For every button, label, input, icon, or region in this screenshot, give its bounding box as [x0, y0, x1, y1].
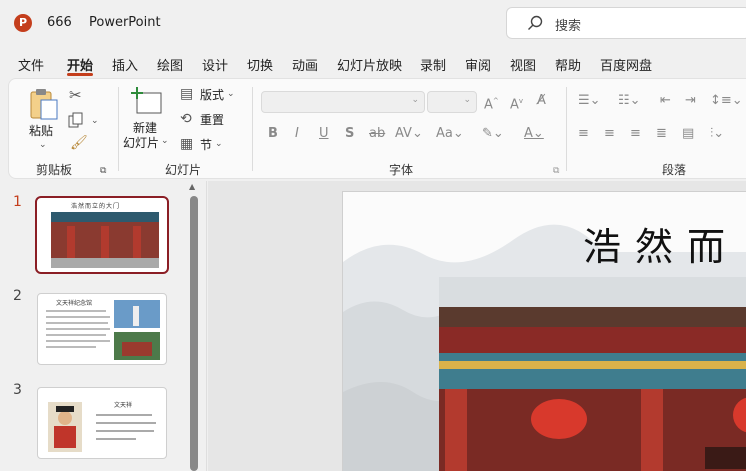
chevron-down-icon: ⌄	[411, 95, 419, 105]
strikethrough-icon[interactable]: ab	[369, 126, 385, 142]
align-center-icon[interactable]: ≡	[604, 126, 615, 142]
tab-view[interactable]: 视图	[510, 55, 536, 74]
reset-button[interactable]: 重置	[200, 111, 224, 128]
tab-slideshow[interactable]: 幻灯片放映	[337, 55, 402, 74]
ribbon-tabs: 文件 开始 插入 绘图 设计 切换 动画 幻灯片放映 录制 审阅 视图 帮助 百…	[0, 50, 746, 78]
memorial-images	[46, 300, 160, 360]
paste-icon[interactable]	[29, 87, 59, 121]
search-placeholder: 搜索	[555, 19, 582, 34]
tab-review[interactable]: 审阅	[465, 55, 491, 74]
distributed-icon[interactable]: ▤	[682, 126, 694, 142]
change-case-icon[interactable]: Aa⌄	[436, 126, 464, 142]
font-size-dropdown[interactable]: ⌄	[427, 91, 477, 113]
slide-number: 2	[13, 288, 22, 304]
bullets-icon[interactable]: ☰⌄	[578, 93, 601, 109]
clipboard-launcher-icon[interactable]: ⧉	[100, 163, 106, 179]
slide-thumbnail-3[interactable]: 文天祥	[37, 387, 167, 459]
chevron-down-icon: ⌄	[463, 95, 471, 105]
temple-gate-photo	[439, 277, 746, 471]
reset-icon[interactable]: ⟲	[180, 111, 192, 127]
align-left-icon[interactable]: ≡	[578, 126, 589, 142]
increase-indent-icon[interactable]: ⇥	[685, 93, 696, 109]
portrait-image	[48, 402, 156, 452]
tab-baidu-netdisk[interactable]: 百度网盘	[600, 55, 652, 74]
underline-icon[interactable]: U	[319, 126, 329, 142]
gate-image	[51, 212, 159, 268]
shadow-icon[interactable]: S	[345, 126, 354, 142]
slide-number: 1	[13, 194, 22, 210]
divider	[118, 87, 119, 171]
document-name: 666	[47, 15, 72, 30]
copy-icon[interactable]	[68, 112, 84, 128]
section-button[interactable]: 节	[200, 136, 212, 153]
font-launcher-icon[interactable]: ⧉	[553, 163, 559, 179]
slide-number: 3	[13, 382, 22, 398]
slide-thumbnail-1[interactable]: 浩然而立的大门	[35, 196, 169, 274]
title-bar: P 666 PowerPoint 搜索	[0, 0, 746, 46]
scroll-up-icon[interactable]: ▲	[189, 182, 195, 191]
layout-button[interactable]: 版式	[200, 86, 224, 103]
justify-icon[interactable]: ≣	[656, 126, 667, 142]
tab-file[interactable]: 文件	[18, 55, 44, 74]
current-slide[interactable]: 浩然而	[342, 191, 746, 471]
tab-draw[interactable]: 绘图	[157, 55, 183, 74]
tab-animations[interactable]: 动画	[292, 55, 318, 74]
new-slide-icon[interactable]	[131, 85, 163, 115]
tab-home[interactable]: 开始	[67, 55, 93, 74]
align-right-icon[interactable]: ≡	[630, 126, 641, 142]
active-tab-indicator	[67, 73, 93, 76]
highlight-icon[interactable]: ✎⌄	[482, 126, 504, 142]
tab-record[interactable]: 录制	[420, 55, 446, 74]
increase-font-icon[interactable]: A^	[484, 93, 499, 113]
format-painter-icon[interactable]: 🖌	[70, 135, 88, 151]
search-box[interactable]: 搜索	[506, 7, 746, 39]
font-name-dropdown[interactable]: ⌄	[261, 91, 425, 113]
bold-icon[interactable]: B	[268, 126, 278, 142]
columns-icon[interactable]: ⫶⌄	[710, 126, 724, 142]
layout-chevron-icon[interactable]: ⌄	[227, 86, 235, 102]
section-icon[interactable]: ▦	[180, 136, 193, 152]
new-slide-label-2[interactable]: 幻灯片	[123, 134, 159, 151]
paste-chevron-icon[interactable]: ⌄	[39, 137, 47, 153]
italic-icon[interactable]: I	[295, 126, 299, 142]
font-color-icon[interactable]: A⌄	[524, 126, 544, 142]
slides-group-label: 幻灯片	[165, 163, 202, 177]
decrease-font-icon[interactable]: Av	[510, 93, 523, 113]
search-icon	[528, 15, 543, 30]
decrease-indent-icon[interactable]: ⇤	[660, 93, 671, 109]
app-name: PowerPoint	[89, 15, 161, 30]
slide-thumbnail-2[interactable]: 文天祥纪念馆	[37, 293, 167, 365]
cut-icon[interactable]: ✂	[69, 87, 82, 103]
line-spacing-icon[interactable]: ↕≡⌄	[710, 93, 743, 109]
copy-chevron-icon[interactable]: ⌄	[91, 113, 99, 129]
tab-help[interactable]: 帮助	[555, 55, 581, 74]
powerpoint-logo-icon: P	[14, 14, 32, 32]
tab-transitions[interactable]: 切换	[247, 55, 273, 74]
paragraph-group-label: 段落	[662, 163, 687, 177]
layout-icon[interactable]: ▤	[180, 86, 193, 102]
slide-title[interactable]: 浩然而	[583, 216, 739, 271]
section-chevron-icon[interactable]: ⌄	[215, 136, 223, 152]
clipboard-group-label: 剪贴板	[36, 163, 73, 177]
new-slide-chevron-icon[interactable]: ⌄	[161, 133, 169, 149]
divider	[252, 87, 253, 171]
numbering-icon[interactable]: ☷⌄	[618, 93, 641, 109]
clear-formatting-icon[interactable]: A̸	[537, 93, 546, 109]
font-group-label: 字体	[389, 163, 414, 177]
tab-insert[interactable]: 插入	[112, 55, 138, 74]
character-spacing-icon[interactable]: AV⌄	[395, 126, 423, 142]
tab-design[interactable]: 设计	[202, 55, 228, 74]
divider	[566, 87, 567, 171]
thumbnail-scrollbar[interactable]	[190, 196, 198, 471]
ribbon: 粘贴 ⌄ ✂ ⌄ 🖌 剪贴板 ⧉ 新建 幻灯片 ⌄ ▤ 版式 ⌄ ⟲ 重置 ▦ …	[8, 78, 746, 179]
